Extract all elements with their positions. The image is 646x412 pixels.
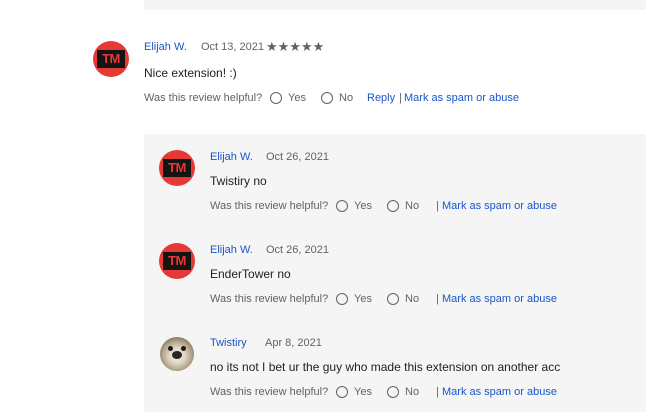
helpful-prompt: Was this review helpful?: [210, 200, 329, 212]
reply-author[interactable]: Elijah W.: [210, 151, 253, 163]
dog-avatar-icon[interactable]: [160, 337, 194, 371]
reply-author[interactable]: Elijah W.: [210, 244, 253, 256]
reply-text: Twistiry no: [210, 174, 267, 188]
avatar[interactable]: TM: [159, 243, 195, 279]
reply-date: Oct 26, 2021: [266, 244, 329, 256]
avatar[interactable]: TM: [159, 150, 195, 186]
no-label[interactable]: No: [405, 385, 419, 399]
no-radio[interactable]: [387, 200, 399, 212]
no-label[interactable]: No: [339, 91, 353, 105]
yes-radio[interactable]: [336, 293, 348, 305]
helpful-prompt: Was this review helpful?: [210, 293, 329, 305]
helpful-prompt: Was this review helpful?: [144, 92, 263, 104]
reply-date: Apr 8, 2021: [265, 337, 322, 349]
spam-link[interactable]: Mark as spam or abuse: [442, 199, 557, 213]
yes-label[interactable]: Yes: [354, 199, 372, 213]
reply-link[interactable]: Reply: [367, 91, 395, 105]
spam-link[interactable]: Mark as spam or abuse: [442, 385, 557, 399]
yes-label[interactable]: Yes: [354, 385, 372, 399]
reply-text: no its not I bet ur the guy who made thi…: [210, 360, 561, 374]
helpful-row: Was this review helpful? Yes No | Mark a…: [210, 199, 610, 213]
helpful-prompt: Was this review helpful?: [210, 386, 329, 398]
helpful-row: Was this review helpful? Yes No Reply | …: [144, 91, 544, 105]
avatar[interactable]: TM: [93, 41, 129, 77]
avatar-eye: [168, 346, 173, 351]
separator: |: [399, 92, 402, 104]
review-text: Nice extension! :): [144, 66, 237, 80]
no-label[interactable]: No: [405, 199, 419, 213]
reply-text: EnderTower no: [210, 267, 291, 281]
yes-radio[interactable]: [270, 92, 282, 104]
no-label[interactable]: No: [405, 292, 419, 306]
yes-label[interactable]: Yes: [288, 91, 306, 105]
previous-review-panel: [144, 0, 646, 10]
separator: |: [436, 200, 439, 212]
avatar-nose: [172, 351, 182, 359]
avatar-logo: TM: [163, 159, 191, 177]
spam-link[interactable]: Mark as spam or abuse: [442, 292, 557, 306]
yes-radio[interactable]: [336, 200, 348, 212]
star-rating: ★★★★★: [266, 39, 325, 54]
review-author[interactable]: Elijah W.: [144, 41, 187, 53]
yes-radio[interactable]: [336, 386, 348, 398]
avatar-logo: TM: [97, 50, 125, 68]
spam-link[interactable]: Mark as spam or abuse: [404, 91, 519, 105]
no-radio[interactable]: [387, 293, 399, 305]
helpful-row: Was this review helpful? Yes No | Mark a…: [210, 385, 610, 399]
reply-date: Oct 26, 2021: [266, 151, 329, 163]
helpful-row: Was this review helpful? Yes No | Mark a…: [210, 292, 610, 306]
yes-label[interactable]: Yes: [354, 292, 372, 306]
avatar-logo: TM: [163, 252, 191, 270]
reply-author[interactable]: Twistiry: [210, 337, 247, 349]
separator: |: [436, 386, 439, 398]
review-date: Oct 13, 2021: [201, 41, 264, 53]
no-radio[interactable]: [387, 386, 399, 398]
separator: |: [436, 293, 439, 305]
no-radio[interactable]: [321, 92, 333, 104]
avatar-eye: [181, 346, 186, 351]
